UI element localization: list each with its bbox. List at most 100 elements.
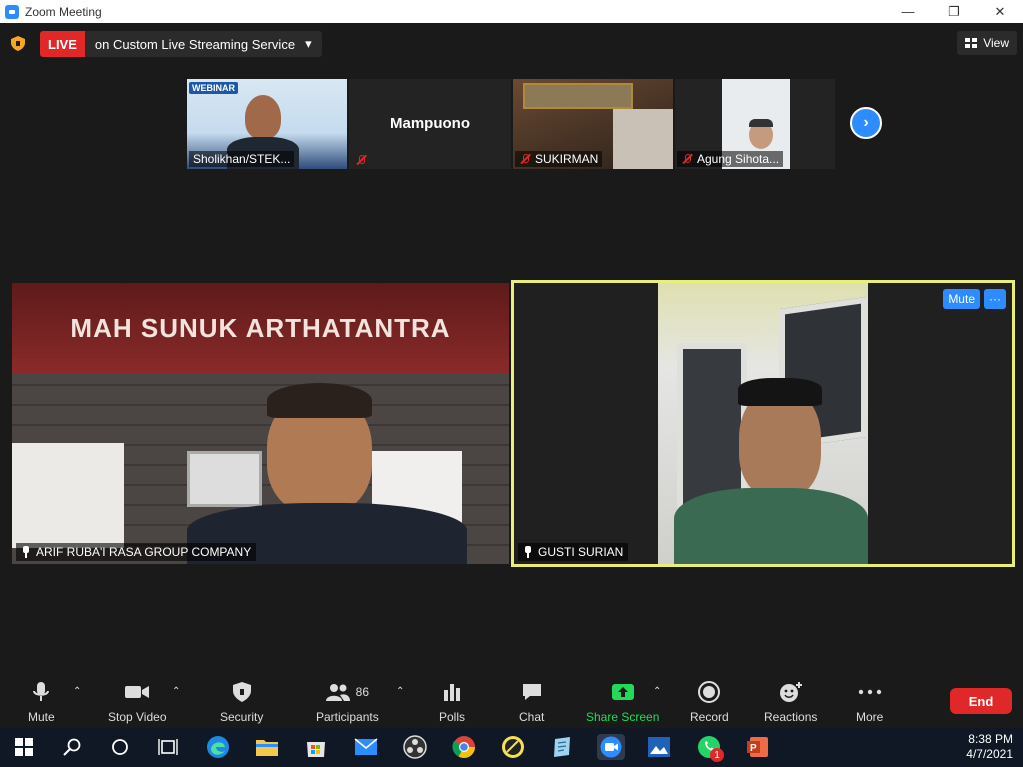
- reactions-label: Reactions: [764, 710, 818, 724]
- participant-thumbnail[interactable]: SUKIRMAN: [513, 79, 673, 169]
- zoom-app-icon: [5, 4, 19, 19]
- video-tile-name-label: ARIF RUBA'I RASA GROUP COMPANY: [16, 543, 257, 561]
- cortana-icon[interactable]: [107, 734, 133, 760]
- inkscape-icon[interactable]: [500, 734, 526, 760]
- video-options-chevron-icon[interactable]: ⌃: [172, 686, 180, 697]
- wall-painting: [523, 83, 633, 109]
- mute-label: Mute: [28, 710, 55, 724]
- task-view-icon[interactable]: [155, 734, 181, 760]
- video-tile-gusti[interactable]: Mute ··· GUSTI SURIAN: [511, 280, 1015, 567]
- chat-button[interactable]: Chat: [519, 680, 544, 724]
- record-icon: [698, 681, 721, 703]
- monitor: [187, 451, 262, 507]
- polls-button[interactable]: Polls: [439, 680, 465, 724]
- muted-mic-icon: [355, 154, 367, 166]
- thumbnail-name-label: Sholikhan/STEK...: [189, 151, 295, 167]
- thumbnail-name-label: [351, 153, 371, 167]
- window-titlebar: Zoom Meeting — ❐ ✕: [0, 0, 1023, 23]
- share-screen-button[interactable]: Share Screen: [586, 680, 659, 724]
- file-explorer-icon[interactable]: [254, 734, 280, 760]
- record-button[interactable]: Record: [690, 680, 729, 724]
- participants-button[interactable]: 86 Participants: [316, 680, 379, 724]
- participant-name: ARIF RUBA'I RASA GROUP COMPANY: [36, 545, 252, 559]
- edge-browser-icon[interactable]: [205, 734, 231, 760]
- polls-icon: [444, 684, 460, 701]
- wall-sign-text: MAH SUNUK ARTHATANTRA: [70, 313, 451, 343]
- next-page-button[interactable]: ›: [850, 107, 882, 139]
- participant-name: Agung Sihota...: [697, 152, 780, 166]
- zoom-taskbar-icon[interactable]: [597, 734, 625, 760]
- participant-face: [245, 95, 281, 139]
- live-service-text: on Custom Live Streaming Service: [94, 36, 296, 52]
- mute-participant-button[interactable]: Mute: [943, 289, 980, 309]
- meeting-area: LIVE on Custom Live Streaming Service ▾ …: [0, 23, 1023, 728]
- security-shield-icon: [232, 682, 251, 702]
- windows-taskbar: 1 P 8:38 PM 4/7/2021: [0, 728, 1023, 767]
- live-service-label: on Custom Live Streaming Service ▾: [84, 31, 322, 57]
- participants-icon: [325, 684, 350, 701]
- mute-options-chevron-icon[interactable]: ⌃: [73, 686, 81, 697]
- close-button[interactable]: ✕: [977, 0, 1023, 23]
- participants-options-chevron-icon[interactable]: ⌃: [396, 686, 404, 697]
- thumbnail-name-label: Agung Sihota...: [677, 151, 784, 167]
- microsoft-store-icon[interactable]: [303, 734, 329, 760]
- pin-icon: [523, 546, 533, 558]
- end-meeting-button[interactable]: End: [950, 688, 1012, 714]
- security-label: Security: [220, 710, 264, 724]
- security-button[interactable]: Security: [220, 680, 263, 724]
- chrome-icon[interactable]: [451, 734, 477, 760]
- video-tile-arif[interactable]: MAH SUNUK ARTHATANTRA ARIF RUBA'I RASA G…: [12, 283, 509, 564]
- participant-name: Sholikhan/STEK...: [193, 152, 291, 166]
- participant-name: SUKIRMAN: [535, 152, 599, 166]
- view-label: View: [983, 36, 1009, 50]
- microphone-icon: [33, 682, 50, 701]
- window-title: Zoom Meeting: [25, 4, 102, 19]
- whatsapp-icon[interactable]: 1: [696, 734, 724, 762]
- powerpoint-icon[interactable]: P: [745, 734, 771, 760]
- stop-video-button[interactable]: Stop Video: [108, 680, 167, 724]
- chevron-down-icon: ▾: [305, 36, 312, 51]
- share-screen-label: Share Screen: [586, 710, 660, 724]
- live-streaming-indicator[interactable]: LIVE on Custom Live Streaming Service ▾: [40, 31, 322, 57]
- muted-mic-icon: [519, 153, 531, 165]
- encryption-shield-icon[interactable]: [11, 36, 25, 51]
- record-label: Record: [690, 710, 729, 724]
- more-label: More: [856, 710, 884, 724]
- muted-mic-icon: [681, 153, 693, 165]
- reactions-smiley-icon: [779, 682, 802, 702]
- system-clock[interactable]: 8:38 PM 4/7/2021: [966, 732, 1013, 762]
- video-camera-icon: [125, 686, 150, 698]
- mail-icon[interactable]: [353, 734, 379, 760]
- share-screen-icon: [611, 684, 634, 700]
- mute-button[interactable]: Mute: [28, 680, 55, 724]
- obs-studio-icon[interactable]: [402, 734, 428, 760]
- participants-count: 86: [355, 685, 370, 699]
- windows-start-icon[interactable]: [11, 734, 37, 760]
- search-icon[interactable]: [59, 734, 85, 760]
- participant-thumbnail[interactable]: Mampuono: [349, 79, 511, 169]
- meeting-toolbar: Mute ⌃ Stop Video ⌃ Security 86 Particip…: [0, 676, 1023, 728]
- photos-app-icon[interactable]: [646, 734, 672, 760]
- participant-cap: [749, 119, 773, 127]
- video-tile-name-label: GUSTI SURIAN: [518, 543, 629, 561]
- minimize-button[interactable]: —: [885, 0, 931, 23]
- participant-body: [674, 488, 868, 564]
- participant-thumbnail[interactable]: Agung Sihota...: [675, 79, 835, 169]
- share-options-chevron-icon[interactable]: ⌃: [653, 686, 661, 697]
- tile-more-options-button[interactable]: ···: [984, 289, 1006, 309]
- polls-label: Polls: [439, 710, 466, 724]
- maximize-button[interactable]: ❐: [931, 0, 977, 23]
- notes-app-icon[interactable]: [549, 734, 575, 760]
- reactions-button[interactable]: Reactions: [764, 680, 817, 724]
- participant-thumbnail[interactable]: WEBINAR Sholikhan/STEK...: [187, 79, 347, 169]
- more-button[interactable]: More: [856, 680, 883, 724]
- wall-background: [613, 109, 673, 169]
- chat-bubble-icon: [522, 684, 541, 700]
- view-button[interactable]: View: [957, 31, 1017, 55]
- svg-text:P: P: [750, 743, 757, 754]
- participant-cap: [738, 378, 822, 406]
- stop-video-label: Stop Video: [108, 710, 167, 724]
- whiteboard: [12, 443, 124, 548]
- pin-icon: [21, 546, 31, 558]
- whatsapp-notification-badge: 1: [710, 748, 724, 762]
